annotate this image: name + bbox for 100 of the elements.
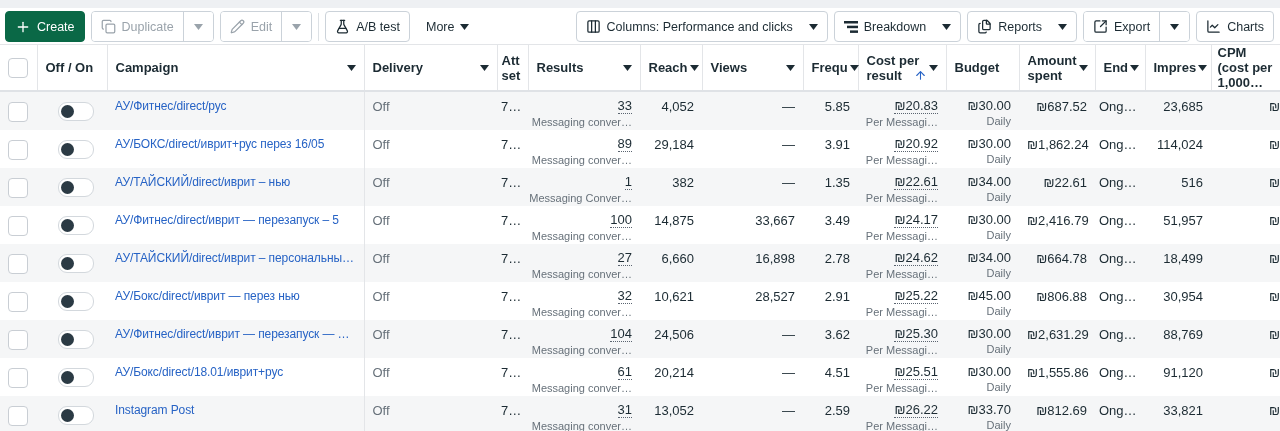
toggle-switch[interactable] [58, 216, 94, 235]
cost-type: Per Messagi… [865, 154, 938, 167]
row-checkbox[interactable] [8, 406, 28, 426]
table-cell-text: 33,667 [754, 212, 795, 228]
result-type: Messaging conver… [531, 382, 632, 395]
dropdown-button[interactable]: Breakdown [833, 11, 962, 42]
budget-period: Daily [986, 343, 1011, 356]
campaign-link[interactable]: АУ/Бокс/direct/иврит — перез нью [115, 282, 300, 304]
table-cell-text: ₪ [1269, 212, 1280, 228]
caret-icon [808, 23, 818, 30]
results-value: 27 [617, 250, 632, 266]
table-cell-text: 18,499 [1162, 250, 1203, 266]
cost-value: ₪20.92 [894, 136, 938, 152]
delivery-status: Off [372, 174, 391, 190]
table-cell-text: Ong… [1099, 326, 1138, 342]
budget-value: ₪30.00 [967, 364, 1011, 379]
dropdown-button[interactable]: Columns: Performance and clicks [575, 11, 828, 42]
cost-value: ₪26.22 [894, 402, 938, 418]
table-cell-text: ₪22.61 [1042, 174, 1087, 190]
table-cell-text: Ong… [1099, 174, 1138, 190]
toggle-switch[interactable] [58, 254, 94, 273]
campaign-link[interactable]: АУ/Фитнес/direct/иврит — перезапуск — … [115, 320, 350, 342]
table-cell-text: Ong… [1099, 402, 1138, 418]
table-cell-text: 7… [501, 364, 523, 380]
campaign-link[interactable]: АУ/Бокс/direct/18.01/иврит+рус [115, 358, 284, 380]
budget-period: Daily [986, 305, 1011, 318]
table-cell-text: 3.49 [823, 212, 850, 228]
result-type: Messaging conver… [531, 230, 632, 243]
table-cell-text: 7… [501, 288, 523, 304]
results-value: 33 [617, 98, 632, 114]
row-checkbox[interactable] [8, 140, 28, 160]
campaign-link[interactable]: АУ/БОКС/direct/иврит+рус перез 16/05 [115, 130, 325, 152]
sort-caret-icon [1130, 64, 1140, 71]
result-type: Messaging conver… [531, 306, 632, 319]
toggle-switch[interactable] [58, 140, 94, 159]
budget-period: Daily [986, 381, 1011, 394]
toolbar-button[interactable]: Charts [1196, 11, 1274, 42]
table-cell-text: 51,957 [1162, 212, 1203, 228]
table-cell-text: ₪1,555.86 [1027, 364, 1087, 380]
sort-caret-icon [1078, 64, 1088, 71]
campaign-link[interactable]: АУ/ТАЙСКИЙ/direct/иврит – персональны… [115, 244, 354, 266]
cost-type: Per Messagi… [865, 268, 938, 281]
campaign-link[interactable]: Instagram Post [115, 396, 195, 418]
delivery-status: Off [372, 212, 391, 228]
table-cell-text: ₪ [1269, 364, 1280, 380]
table-cell-text: — [781, 98, 795, 114]
table-cell-text: ₪2,416.79 [1027, 212, 1087, 228]
table-cell-text: 16,898 [754, 250, 795, 266]
row-checkbox[interactable] [8, 330, 28, 350]
row-checkbox[interactable] [8, 102, 28, 122]
cost-value: ₪25.51 [894, 364, 938, 380]
cost-type: Per Messagi… [865, 344, 938, 357]
result-type: Messaging conver… [531, 268, 632, 281]
campaign-link[interactable]: АУ/ТАЙСКИЙ/direct/иврит – нью [115, 168, 291, 190]
campaign-link[interactable]: АУ/Фитнес/direct/рус [115, 92, 227, 114]
toggle-switch[interactable] [58, 330, 94, 349]
table-cell-text: 4.51 [823, 364, 850, 380]
toolbar-button[interactable]: A/B test [325, 11, 410, 42]
stacked-bars-icon [843, 19, 858, 34]
results-value: 61 [617, 364, 632, 380]
table-cell-text: ₪664.78 [1035, 250, 1087, 266]
dropdown-button[interactable]: Reports [967, 11, 1078, 42]
row-checkbox[interactable] [8, 178, 28, 198]
table-cell-text: 7… [501, 98, 523, 114]
create-button[interactable]: Create [5, 11, 85, 42]
table-cell-text: 3.91 [823, 136, 850, 152]
toggle-switch[interactable] [58, 102, 94, 121]
table-cell-text: 114,024 [1155, 136, 1203, 152]
table-cell-text: — [781, 136, 795, 152]
row-checkbox[interactable] [8, 368, 28, 388]
budget-period: Daily [986, 419, 1011, 431]
sort-caret-icon [785, 64, 795, 71]
results-value: 31 [617, 402, 632, 418]
toggle-switch[interactable] [58, 178, 94, 197]
sort-arrow-icon [913, 68, 927, 82]
result-type: Messaging conver… [531, 116, 632, 129]
delivery-status: Off [372, 364, 391, 380]
sort-caret-icon [928, 64, 938, 71]
cost-value: ₪20.83 [894, 98, 938, 114]
budget-period: Daily [986, 229, 1011, 242]
toggle-switch[interactable] [58, 406, 94, 425]
campaign-link[interactable]: АУ/Фитнес/direct/иврит — перезапуск – 5 [115, 206, 339, 228]
select-all-checkbox[interactable] [8, 57, 28, 78]
toggle-switch[interactable] [58, 368, 94, 387]
table-cell-text: ₪ [1269, 174, 1280, 190]
row-checkbox[interactable] [8, 216, 28, 236]
toggle-switch[interactable] [58, 292, 94, 311]
dropdown-button[interactable] [1159, 12, 1190, 41]
results-value: 104 [610, 326, 632, 342]
cost-value: ₪24.17 [894, 212, 938, 228]
table-cell-text: Ong… [1099, 288, 1138, 304]
budget-value: ₪34.00 [967, 174, 1011, 189]
row-checkbox[interactable] [8, 292, 28, 312]
table-cell-text: 24,506 [653, 326, 694, 342]
budget-period: Daily [986, 115, 1011, 128]
table-cell-text: ₪1,862.24 [1027, 136, 1087, 152]
table-cell-text: 7… [501, 250, 523, 266]
table-cell-text: 2.59 [823, 402, 850, 418]
delivery-status: Off [372, 136, 391, 152]
row-checkbox[interactable] [8, 254, 28, 274]
